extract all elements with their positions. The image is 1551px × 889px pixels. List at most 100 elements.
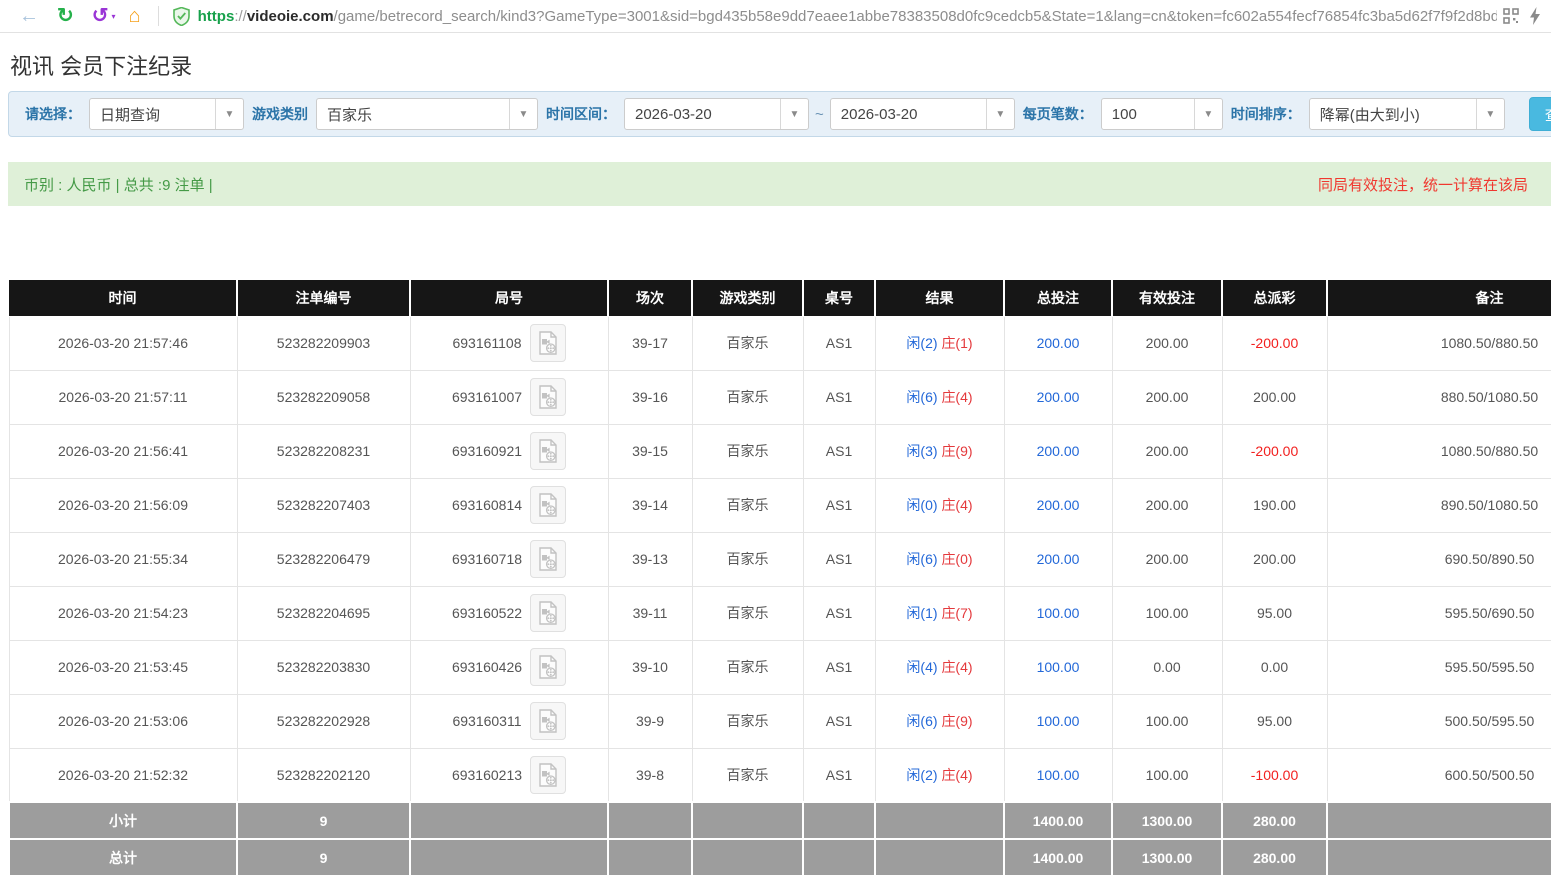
- bet-time: 2026-03-20 21:55:34: [9, 532, 237, 586]
- undo-icon[interactable]: ↺: [92, 6, 109, 26]
- bet-id: 523282209903: [237, 316, 410, 370]
- video-replay-button[interactable]: [530, 486, 566, 524]
- query-type-value: 日期查询: [90, 104, 215, 125]
- result-cell: 闲(4) 庄(4): [875, 640, 1004, 694]
- undo-dropdown-icon[interactable]: ▾: [112, 12, 116, 21]
- bet-id: 523282202928: [237, 694, 410, 748]
- session: 39-14: [608, 478, 692, 532]
- filter-bar: 请选择： 日期查询 ▼ 游戏类别 百家乐 ▼ 时间区间： 2026-03-20 …: [8, 91, 1551, 137]
- col-valid-bet: 有效投注: [1112, 280, 1222, 316]
- game-type: 百家乐: [692, 748, 803, 802]
- bet-time: 2026-03-20 21:56:41: [9, 424, 237, 478]
- table-row: 2026-03-20 21:52:32 523282202120 6931602…: [9, 748, 1551, 802]
- round-cell: 693160213: [410, 748, 608, 802]
- video-replay-button[interactable]: [530, 702, 566, 740]
- total-bet-link[interactable]: 200.00: [1004, 424, 1112, 478]
- chevron-down-icon: ▼: [509, 99, 537, 129]
- table-row: 2026-03-20 21:53:45 523282203830 6931604…: [9, 640, 1551, 694]
- video-replay-button[interactable]: [530, 432, 566, 470]
- bet-time: 2026-03-20 21:53:06: [9, 694, 237, 748]
- session: 39-15: [608, 424, 692, 478]
- table-no: AS1: [803, 370, 875, 424]
- security-shield-icon[interactable]: [173, 7, 190, 26]
- result-player: 闲(6): [906, 551, 937, 567]
- page-size-label: 每页笔数：: [1023, 104, 1093, 124]
- result-cell: 闲(3) 庄(9): [875, 424, 1004, 478]
- round-cell: 693160718: [410, 532, 608, 586]
- url-scheme: https: [198, 8, 235, 25]
- bet-id: 523282204695: [237, 586, 410, 640]
- table-row: 2026-03-20 21:54:23 523282204695 6931605…: [9, 586, 1551, 640]
- game-type: 百家乐: [692, 586, 803, 640]
- col-result: 结果: [875, 280, 1004, 316]
- valid-bet: 0.00: [1112, 640, 1222, 694]
- round-cell: 693160814: [410, 478, 608, 532]
- session: 39-17: [608, 316, 692, 370]
- video-replay-button[interactable]: [530, 594, 566, 632]
- sort-select[interactable]: 降幂(由大到小) ▼: [1309, 98, 1505, 130]
- query-type-select[interactable]: 日期查询 ▼: [89, 98, 244, 130]
- date-to-select[interactable]: 2026-03-20 ▼: [830, 98, 1015, 130]
- search-button[interactable]: 查询: [1529, 97, 1551, 131]
- bet-id: 523282206479: [237, 532, 410, 586]
- total-bet-link[interactable]: 100.00: [1004, 586, 1112, 640]
- date-from-select[interactable]: 2026-03-20 ▼: [624, 98, 809, 130]
- subtotal-payout: 280.00: [1222, 802, 1327, 839]
- round-id: 693160814: [452, 497, 522, 513]
- result-player: 闲(0): [906, 497, 937, 513]
- game-type-value: 百家乐: [317, 104, 509, 125]
- result-player: 闲(3): [906, 443, 937, 459]
- video-replay-button[interactable]: [530, 378, 566, 416]
- total-bet-link[interactable]: 100.00: [1004, 694, 1112, 748]
- lightning-bolt-icon[interactable]: [1529, 7, 1541, 25]
- total-bet-link[interactable]: 200.00: [1004, 316, 1112, 370]
- qr-code-icon[interactable]: [1503, 8, 1519, 24]
- valid-bet: 100.00: [1112, 586, 1222, 640]
- round-cell: 693160522: [410, 586, 608, 640]
- game-type: 百家乐: [692, 640, 803, 694]
- home-icon[interactable]: ⌂: [129, 6, 141, 26]
- total-bet-link[interactable]: 100.00: [1004, 748, 1112, 802]
- total-bet-link[interactable]: 100.00: [1004, 640, 1112, 694]
- total-bet-link[interactable]: 200.00: [1004, 478, 1112, 532]
- payout: 200.00: [1222, 532, 1327, 586]
- video-replay-button[interactable]: [530, 540, 566, 578]
- payout: 190.00: [1222, 478, 1327, 532]
- url-path: /game/betrecord_search/kind3?GameType=30…: [334, 8, 1497, 25]
- video-replay-button[interactable]: [530, 756, 566, 794]
- total-bet-link[interactable]: 200.00: [1004, 370, 1112, 424]
- result-banker: 庄(4): [941, 497, 972, 513]
- reload-icon[interactable]: ↻: [57, 6, 74, 26]
- game-type: 百家乐: [692, 694, 803, 748]
- valid-bet: 100.00: [1112, 694, 1222, 748]
- bet-id: 523282202120: [237, 748, 410, 802]
- remark: 1080.50/880.50: [1327, 316, 1551, 370]
- summary-bar: 币别 : 人民币 | 总共 :9 注单 | 同局有效投注，统一计算在该局: [8, 162, 1551, 206]
- game-type-select[interactable]: 百家乐 ▼: [316, 98, 538, 130]
- result-cell: 闲(2) 庄(4): [875, 748, 1004, 802]
- session: 39-9: [608, 694, 692, 748]
- summary-notice: 同局有效投注，统一计算在该局: [1318, 174, 1528, 195]
- table-no: AS1: [803, 316, 875, 370]
- result-player: 闲(4): [906, 659, 937, 675]
- col-round-id: 局号: [410, 280, 608, 316]
- address-bar[interactable]: https://videoie.com/game/betrecord_searc…: [198, 8, 1497, 25]
- col-remark: 备注: [1327, 280, 1551, 316]
- session: 39-16: [608, 370, 692, 424]
- col-game-type: 游戏类别: [692, 280, 803, 316]
- back-icon[interactable]: ←: [19, 6, 39, 26]
- total-bet-link[interactable]: 200.00: [1004, 532, 1112, 586]
- result-cell: 闲(2) 庄(1): [875, 316, 1004, 370]
- round-cell: 693160426: [410, 640, 608, 694]
- game-type: 百家乐: [692, 532, 803, 586]
- payout: 95.00: [1222, 694, 1327, 748]
- subtotal-label: 小计: [9, 802, 237, 839]
- video-replay-button[interactable]: [530, 648, 566, 686]
- remark: 595.50/595.50: [1327, 640, 1551, 694]
- table-no: AS1: [803, 586, 875, 640]
- valid-bet: 200.00: [1112, 316, 1222, 370]
- subtotal-row: 小计 9 1400.00 1300.00 280.00: [9, 802, 1551, 839]
- video-replay-button[interactable]: [530, 324, 566, 362]
- page-size-select[interactable]: 100 ▼: [1101, 98, 1223, 130]
- total-row: 总计 9 1400.00 1300.00 280.00: [9, 839, 1551, 876]
